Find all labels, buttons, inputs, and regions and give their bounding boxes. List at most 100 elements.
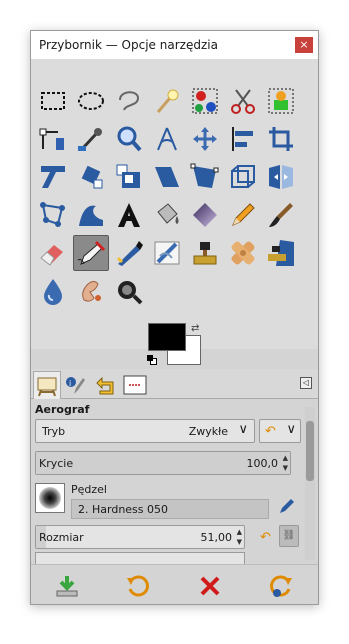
perspective-tool[interactable] xyxy=(187,159,223,195)
ink-tool[interactable] xyxy=(111,235,147,271)
free-select-tool[interactable] xyxy=(111,83,147,119)
opacity-slider[interactable]: Krycie 100,0 ▲ ▼ xyxy=(35,451,291,475)
perspective-clone-icon xyxy=(268,240,294,266)
restore-options-button[interactable] xyxy=(123,571,153,601)
color-picker-tool[interactable] xyxy=(73,121,109,157)
mode-reset-select[interactable]: ↶ ∨ xyxy=(259,419,301,443)
scissors-select-icon xyxy=(231,89,255,114)
heal-icon xyxy=(231,241,255,265)
rotate-tool[interactable] xyxy=(73,159,109,195)
warp-transform-tool[interactable] xyxy=(73,197,109,233)
airbrush-tool[interactable] xyxy=(73,235,109,271)
tab-undo-history[interactable] xyxy=(91,371,119,399)
brush-preview[interactable] xyxy=(35,483,65,513)
reset-size-icon[interactable]: ↶ xyxy=(260,530,271,545)
by-color-select-icon xyxy=(192,88,218,114)
save-options-button[interactable] xyxy=(52,571,82,601)
perspective-icon xyxy=(190,163,219,188)
mode-value: Zwykłe xyxy=(188,425,228,438)
size-slider[interactable]: Rozmiar 51,00 ▲ ▼ xyxy=(35,525,245,549)
device-status-tab-icon: i xyxy=(66,377,85,394)
blur-sharpen-icon xyxy=(44,279,62,305)
brush-label: Pędzel xyxy=(71,483,107,496)
edit-brush-button[interactable] xyxy=(277,496,297,519)
foreground-color-swatch[interactable] xyxy=(148,323,186,351)
reset-icon: ↶ xyxy=(265,424,276,439)
ink-icon xyxy=(116,241,143,266)
rect-select-tool[interactable] xyxy=(35,83,71,119)
3d-transform-tool[interactable] xyxy=(225,159,261,195)
swap-colors-icon[interactable]: ⇄ xyxy=(191,323,199,334)
paths-tool[interactable] xyxy=(35,121,71,157)
smudge-tool[interactable] xyxy=(73,273,109,309)
mode-label: Tryb xyxy=(42,425,66,438)
perspective-clone-tool[interactable] xyxy=(263,235,299,271)
ellipse-select-tool[interactable] xyxy=(73,83,109,119)
align-tool[interactable] xyxy=(225,121,261,157)
fuzzy-select-tool[interactable] xyxy=(149,83,185,119)
reset-options-button[interactable] xyxy=(266,571,296,601)
crop-tool[interactable] xyxy=(263,121,299,157)
scale-tool[interactable] xyxy=(111,159,147,195)
size-label: Rozmiar xyxy=(39,531,84,544)
align-icon xyxy=(232,127,253,151)
eraser-tool[interactable] xyxy=(35,235,71,271)
clone-tool[interactable] xyxy=(187,235,223,271)
zoom-tool[interactable] xyxy=(111,121,147,157)
bucket-fill-tool[interactable] xyxy=(149,197,185,233)
warp-transform-icon xyxy=(79,205,103,226)
crop-icon xyxy=(269,127,293,151)
scale-icon xyxy=(116,164,140,188)
options-scrollbar-thumb[interactable] xyxy=(306,421,314,481)
aspect-slider[interactable] xyxy=(35,552,245,564)
scissors-select-tool[interactable] xyxy=(225,83,261,119)
measure-tool[interactable] xyxy=(149,121,185,157)
link-size-button[interactable]: ⛓ xyxy=(279,525,299,547)
shear-tool[interactable] xyxy=(149,159,185,195)
foreground-select-icon xyxy=(268,88,294,114)
tool-options-panel: Aerograf Tryb Zwykłe ∨ ↶ ∨ Krycie 100,0 … xyxy=(31,399,318,564)
delete-options-button[interactable] xyxy=(195,571,225,601)
brush-name-field[interactable]: 2. Hardness 050 xyxy=(71,499,269,519)
paths-icon xyxy=(39,128,64,150)
tab-images[interactable] xyxy=(121,371,149,399)
close-button[interactable]: × xyxy=(295,37,313,53)
mypaint-brush-icon xyxy=(154,241,180,265)
default-colors-icon[interactable] xyxy=(147,355,157,365)
restore-icon xyxy=(127,575,149,597)
unified-transform-tool[interactable] xyxy=(35,159,71,195)
3d-transform-icon xyxy=(231,165,255,188)
cage-transform-tool[interactable] xyxy=(35,197,71,233)
move-tool[interactable] xyxy=(187,121,223,157)
mypaint-brush-tool[interactable] xyxy=(149,235,185,271)
airbrush-icon xyxy=(77,240,106,265)
gradient-tool[interactable] xyxy=(187,197,223,233)
options-button-bar xyxy=(31,564,318,604)
rect-select-icon xyxy=(41,92,65,110)
smudge-icon xyxy=(82,281,101,302)
tool-options-tab-icon xyxy=(37,377,57,396)
text-tool[interactable] xyxy=(111,197,147,233)
mode-select[interactable]: Tryb Zwykłe ∨ xyxy=(35,419,255,443)
toolbox-grid: ⇄ xyxy=(31,59,318,365)
size-value: 51,00 xyxy=(200,531,233,544)
paintbrush-tool[interactable] xyxy=(263,197,299,233)
spin-arrows-icon[interactable]: ▲ ▼ xyxy=(283,453,288,473)
blur-sharpen-tool[interactable] xyxy=(35,273,71,309)
fuzzy-select-icon xyxy=(156,89,179,113)
tab-tool-options[interactable] xyxy=(33,371,61,399)
foreground-select-tool[interactable] xyxy=(263,83,299,119)
dodge-burn-tool[interactable] xyxy=(111,273,147,309)
title-bar[interactable]: Przybornik — Opcje narzędzia × xyxy=(31,31,318,59)
by-color-select-tool[interactable] xyxy=(187,83,223,119)
chevron-down-icon: ∨ xyxy=(238,422,248,437)
pencil-tool[interactable] xyxy=(225,197,261,233)
heal-tool[interactable] xyxy=(225,235,261,271)
reset-icon xyxy=(270,575,292,597)
svg-text:i: i xyxy=(69,379,71,388)
tab-device-status[interactable]: i xyxy=(61,371,89,399)
flip-tool[interactable] xyxy=(263,159,299,195)
opacity-label: Krycie xyxy=(39,457,74,470)
spin-arrows-icon[interactable]: ▲ ▼ xyxy=(237,527,242,547)
tab-menu-button[interactable]: ◁ xyxy=(300,377,312,389)
